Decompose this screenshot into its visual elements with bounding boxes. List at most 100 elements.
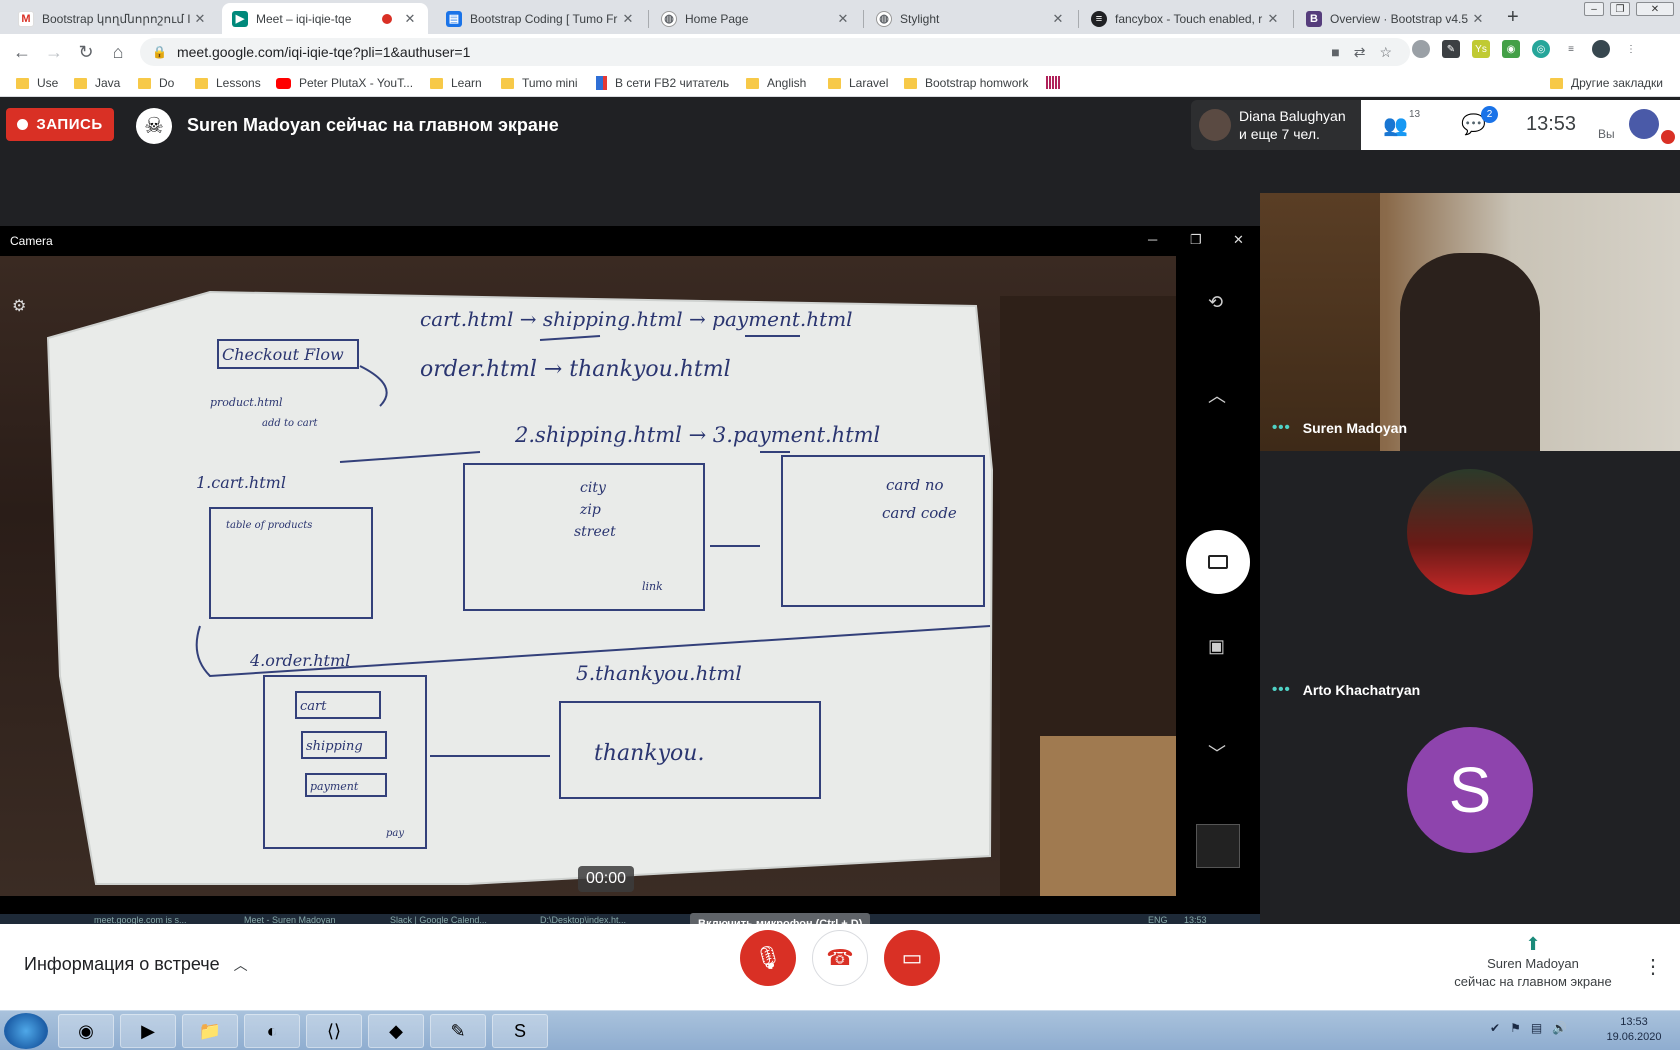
bookmark-laravel[interactable]: Laravel [828,76,888,90]
tray-flag-icon[interactable]: ⚑ [1510,1021,1521,1035]
chevron-up-icon[interactable]: ︿ [1208,382,1226,408]
more-options-icon[interactable]: ⋮ [1643,954,1663,979]
camera-side-controls: ⟲ ︿ ▣ ﹀ [1176,256,1260,896]
chrome-taskbar-icon[interactable]: ◉ [58,1014,114,1048]
translate-icon[interactable]: ⇄ [1354,44,1366,61]
bookmark-audio[interactable] [1046,76,1060,89]
tab-divider [1293,10,1294,28]
notes-extension-icon[interactable]: ✎ [1442,40,1460,58]
participant-tile[interactable]: S [1260,709,1680,924]
participant-tile[interactable]: ••• Arto Khachatryan [1260,451,1680,709]
folder-icon [195,77,208,89]
meet-control-bar: Информация о встрече ︿ 🎙 ☎ ▭ ⬆ Suren Mad… [0,924,1680,1010]
camera-toggle-button[interactable]: ▭ [884,930,940,986]
restore-window-button[interactable]: ❐ [1610,2,1630,16]
presenter-taskbar-item: D:\Desktop\index.ht... [540,915,627,924]
tab-bootstrap[interactable]: B Overview · Bootstrap v4.5 ✕ [1296,3,1496,34]
close-tab-icon[interactable]: ✕ [620,11,636,27]
bookmark-peter-plutax[interactable]: Peter PlutaX - YouT... [276,76,413,90]
tab-fancybox[interactable]: ≡ fancybox - Touch enabled, r ✕ [1081,3,1291,34]
bookmark-bootstrap-homwork[interactable]: Bootstrap homwork [904,76,1028,90]
whiteboard-text: city [580,480,607,496]
tab-home-page[interactable]: ◍ Home Page ✕ [651,3,861,34]
paint-taskbar-icon[interactable]: ◆ [368,1014,424,1048]
other-bookmarks[interactable]: Другие закладки [1550,76,1663,90]
people-icon[interactable]: 👥 [1383,113,1408,138]
close-tab-icon[interactable]: ✕ [1050,11,1066,27]
bookmark-lessons[interactable]: Lessons [195,76,261,90]
system-clock[interactable]: 13:53 19.06.2020 [1596,1015,1672,1045]
bookmark-learn[interactable]: Learn [430,76,482,90]
leave-call-button[interactable]: ☎ [812,930,868,986]
last-capture-thumbnail[interactable] [1196,824,1240,868]
bookmark-star-icon[interactable]: ☆ [1379,44,1392,61]
media-control-icon[interactable]: ≡ [1562,40,1580,58]
teal-extension-icon[interactable]: ◎ [1532,40,1550,58]
globe-icon: ◍ [876,10,892,27]
back-button[interactable]: ← [10,40,34,64]
tray-check-icon[interactable]: ✔ [1490,1021,1500,1035]
mic-toggle-button[interactable]: 🎙 [740,930,796,986]
windows-taskbar: ◉ ▶ 📁 ◐ ⟨⟩ ◆ ✎ S ✔ ⚑ ▤ 🔊 13:53 19.06.202… [0,1010,1680,1050]
system-time: 13:53 [1620,1016,1648,1028]
self-avatar[interactable] [1629,109,1659,139]
maximize-icon[interactable]: ❐ [1190,232,1202,248]
camera-settings-icon[interactable]: ⚙ [12,296,26,316]
lock-icon: 🔒 [152,45,167,59]
recent-join-notification[interactable]: Diana Balughyan и еще 7 чел. [1191,100,1361,150]
vscode-taskbar-icon[interactable]: ⟨⟩ [306,1014,362,1048]
close-icon[interactable]: ✕ [1233,232,1244,248]
minimize-window-button[interactable]: – [1584,2,1604,16]
tray-network-icon[interactable]: ▤ [1531,1021,1542,1035]
bookmark-fb2-reader[interactable]: В сети FB2 читатель [596,76,729,90]
bookmark-anglish[interactable]: Anglish [746,76,806,90]
bookmark-java[interactable]: Java [74,76,120,90]
tab-divider [863,10,864,28]
bookmarks-bar: Use Java Do Lessons Peter PlutaX - YouT.… [0,70,1680,97]
camera-permission-icon[interactable]: ■ [1331,44,1339,61]
tab-stylight[interactable]: ◍ Stylight ✕ [866,3,1076,34]
app-taskbar-icon[interactable]: ◐ [244,1014,300,1048]
bookmark-use[interactable]: Use [16,76,58,90]
meet-top-bar: ЗАПИСЬ ☠ Suren Madoyan сейчас на главном… [0,97,1680,181]
video-capture-button[interactable] [1186,530,1250,594]
new-tab-button[interactable]: + [1507,6,1519,29]
whiteboard-text: add to cart [262,418,319,429]
browser-menu-icon[interactable]: ⋮ [1622,40,1640,58]
sublime-taskbar-icon[interactable]: S [492,1014,548,1048]
extension-icon[interactable] [1412,40,1430,58]
close-tab-icon[interactable]: ✕ [402,11,418,27]
explorer-taskbar-icon[interactable]: 📁 [182,1014,238,1048]
close-tab-icon[interactable]: ✕ [1470,11,1486,27]
tab-meet[interactable]: ▶ Meet – iqi-iqie-tqe ✕ [222,3,428,34]
profile-avatar[interactable] [1592,40,1610,58]
close-tab-icon[interactable]: ✕ [1265,11,1281,27]
meeting-info-button[interactable]: Информация о встрече ︿ [24,954,248,975]
close-window-button[interactable]: ✕ [1636,2,1674,16]
green-extension-icon[interactable]: ◉ [1502,40,1520,58]
bookmark-tumo-mini[interactable]: Tumo mini [501,76,578,90]
media-player-taskbar-icon[interactable]: ▶ [120,1014,176,1048]
participant-tile[interactable]: ••• Suren Madoyan [1260,193,1680,451]
notepad-taskbar-icon[interactable]: ✎ [430,1014,486,1048]
close-tab-icon[interactable]: ✕ [192,11,208,27]
switch-camera-icon[interactable]: ⟲ [1208,292,1223,313]
home-button[interactable]: ⌂ [106,40,130,64]
start-button[interactable] [4,1013,48,1049]
tab-docs[interactable]: ▤ Bootstrap Coding [ Tumo Fr ✕ [436,3,646,34]
close-tab-icon[interactable]: ✕ [835,11,851,27]
photo-mode-icon[interactable]: ▣ [1208,636,1225,657]
tab-gmail[interactable]: M Bootstrap կողմնորոշում I - a ✕ [8,3,218,34]
address-bar[interactable]: 🔒 meet.google.com/iqi-iqie-tqe?pli=1&aut… [140,38,1410,66]
reload-button[interactable]: ↻ [74,40,98,64]
minimize-icon[interactable]: ─ [1148,232,1157,247]
meet-icon: ▶ [232,10,248,27]
chevron-down-icon[interactable]: ﹀ [1208,740,1226,766]
tray-volume-icon[interactable]: 🔊 [1552,1021,1567,1035]
presenting-status-button[interactable]: ⬆ Suren Madoyan сейчас на главном экране [1450,935,1616,991]
forward-button[interactable]: → [42,40,66,64]
ys-extension-icon[interactable]: Ys [1472,40,1490,58]
bookmark-do[interactable]: Do [138,76,174,90]
chevron-up-icon: ︿ [233,956,248,973]
fancybox-icon: ≡ [1091,10,1107,27]
